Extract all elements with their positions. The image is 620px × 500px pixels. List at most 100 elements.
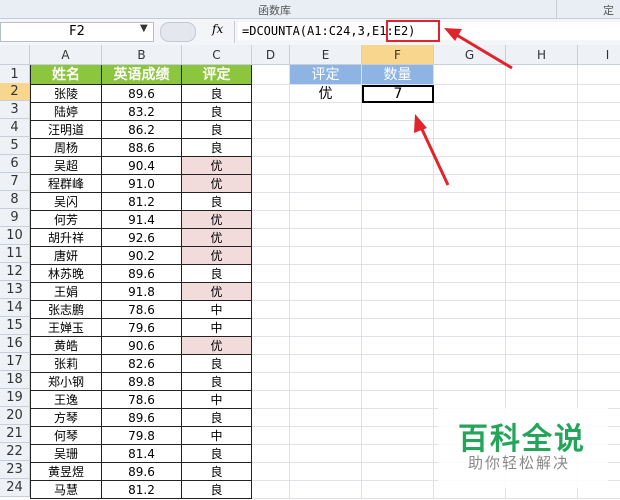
- table-header-b[interactable]: 英语成绩: [102, 65, 182, 85]
- table-cell[interactable]: 良: [182, 373, 252, 391]
- empty-cell[interactable]: [362, 193, 434, 211]
- empty-cell[interactable]: [252, 175, 290, 193]
- row-header-9[interactable]: 9: [0, 209, 30, 227]
- row-header-16[interactable]: 16: [0, 335, 30, 353]
- chevron-down-icon[interactable]: ▼: [140, 23, 148, 34]
- empty-cell[interactable]: [506, 175, 578, 193]
- column-header-i[interactable]: I: [578, 45, 620, 65]
- empty-cell[interactable]: [252, 355, 290, 373]
- table-cell[interactable]: 优: [182, 283, 252, 301]
- criteria-value[interactable]: 优: [290, 85, 362, 103]
- empty-cell[interactable]: [252, 265, 290, 283]
- table-cell[interactable]: 91.4: [102, 211, 182, 229]
- empty-cell[interactable]: [362, 229, 434, 247]
- row-header-11[interactable]: 11: [0, 245, 30, 263]
- empty-cell[interactable]: [434, 175, 506, 193]
- empty-cell[interactable]: [252, 103, 290, 121]
- table-cell[interactable]: 89.6: [102, 265, 182, 283]
- empty-cell[interactable]: [290, 319, 362, 337]
- table-cell[interactable]: 81.4: [102, 445, 182, 463]
- table-cell[interactable]: 周杨: [30, 139, 102, 157]
- empty-cell[interactable]: [252, 121, 290, 139]
- empty-cell[interactable]: [506, 265, 578, 283]
- row-header-8[interactable]: 8: [0, 191, 30, 209]
- empty-cell[interactable]: [506, 193, 578, 211]
- table-cell[interactable]: 90.2: [102, 247, 182, 265]
- column-header-b[interactable]: B: [102, 45, 182, 65]
- empty-cell[interactable]: [290, 283, 362, 301]
- table-cell[interactable]: 优: [182, 337, 252, 355]
- row-header-15[interactable]: 15: [0, 317, 30, 335]
- empty-cell[interactable]: [506, 319, 578, 337]
- empty-cell[interactable]: [506, 301, 578, 319]
- empty-cell[interactable]: [434, 355, 506, 373]
- empty-cell[interactable]: [434, 121, 506, 139]
- select-all-corner[interactable]: [0, 45, 30, 65]
- table-cell[interactable]: 黄皓: [30, 337, 102, 355]
- empty-cell[interactable]: [252, 193, 290, 211]
- name-box[interactable]: F2: [0, 22, 154, 42]
- empty-cell[interactable]: [578, 373, 620, 391]
- table-cell[interactable]: 优: [182, 229, 252, 247]
- table-cell[interactable]: 86.2: [102, 121, 182, 139]
- column-header-e[interactable]: E: [290, 45, 362, 65]
- empty-cell[interactable]: [434, 391, 506, 409]
- empty-cell[interactable]: [578, 337, 620, 355]
- table-cell[interactable]: 中: [182, 427, 252, 445]
- row-header-3[interactable]: 3: [0, 101, 30, 119]
- result-value-cell[interactable]: 7: [362, 85, 434, 103]
- row-header-2[interactable]: 2: [0, 83, 30, 101]
- empty-cell[interactable]: [290, 193, 362, 211]
- empty-cell[interactable]: [434, 301, 506, 319]
- column-header-h[interactable]: H: [506, 45, 578, 65]
- empty-cell[interactable]: [362, 139, 434, 157]
- table-cell[interactable]: 良: [182, 103, 252, 121]
- row-header-13[interactable]: 13: [0, 281, 30, 299]
- table-cell[interactable]: 王娟: [30, 283, 102, 301]
- table-cell[interactable]: 良: [182, 121, 252, 139]
- empty-cell[interactable]: [578, 301, 620, 319]
- empty-cell[interactable]: [506, 355, 578, 373]
- empty-cell[interactable]: [362, 427, 434, 445]
- table-cell[interactable]: 何琴: [30, 427, 102, 445]
- table-cell[interactable]: 王婵玉: [30, 319, 102, 337]
- table-cell[interactable]: 程群峰: [30, 175, 102, 193]
- empty-cell[interactable]: [252, 463, 290, 481]
- empty-cell[interactable]: [434, 157, 506, 175]
- empty-cell[interactable]: [362, 103, 434, 121]
- empty-cell[interactable]: [290, 103, 362, 121]
- empty-cell[interactable]: [362, 445, 434, 463]
- empty-cell[interactable]: [434, 247, 506, 265]
- table-cell[interactable]: 89.6: [102, 463, 182, 481]
- row-header-10[interactable]: 10: [0, 227, 30, 245]
- table-cell[interactable]: 88.6: [102, 139, 182, 157]
- table-cell[interactable]: 91.0: [102, 175, 182, 193]
- empty-cell[interactable]: [434, 65, 506, 85]
- empty-cell[interactable]: [362, 355, 434, 373]
- empty-cell[interactable]: [434, 85, 506, 103]
- table-cell[interactable]: 吴闪: [30, 193, 102, 211]
- empty-cell[interactable]: [290, 247, 362, 265]
- table-cell[interactable]: 中: [182, 391, 252, 409]
- row-header-5[interactable]: 5: [0, 137, 30, 155]
- table-cell[interactable]: 89.8: [102, 373, 182, 391]
- formula-bar-toggle[interactable]: [160, 22, 196, 42]
- table-cell[interactable]: 89.6: [102, 85, 182, 103]
- empty-cell[interactable]: [578, 265, 620, 283]
- empty-cell[interactable]: [506, 373, 578, 391]
- empty-cell[interactable]: [290, 265, 362, 283]
- table-cell[interactable]: 良: [182, 265, 252, 283]
- row-header-12[interactable]: 12: [0, 263, 30, 281]
- result-header[interactable]: 数量: [362, 65, 434, 85]
- table-cell[interactable]: 78.6: [102, 301, 182, 319]
- table-cell[interactable]: 优: [182, 157, 252, 175]
- empty-cell[interactable]: [252, 319, 290, 337]
- table-header-c[interactable]: 评定: [182, 65, 252, 85]
- empty-cell[interactable]: [506, 247, 578, 265]
- empty-cell[interactable]: [434, 265, 506, 283]
- empty-cell[interactable]: [578, 319, 620, 337]
- empty-cell[interactable]: [434, 103, 506, 121]
- table-cell[interactable]: 优: [182, 175, 252, 193]
- row-header-1[interactable]: 1: [0, 65, 30, 85]
- insert-function-icon[interactable]: fx: [212, 22, 223, 36]
